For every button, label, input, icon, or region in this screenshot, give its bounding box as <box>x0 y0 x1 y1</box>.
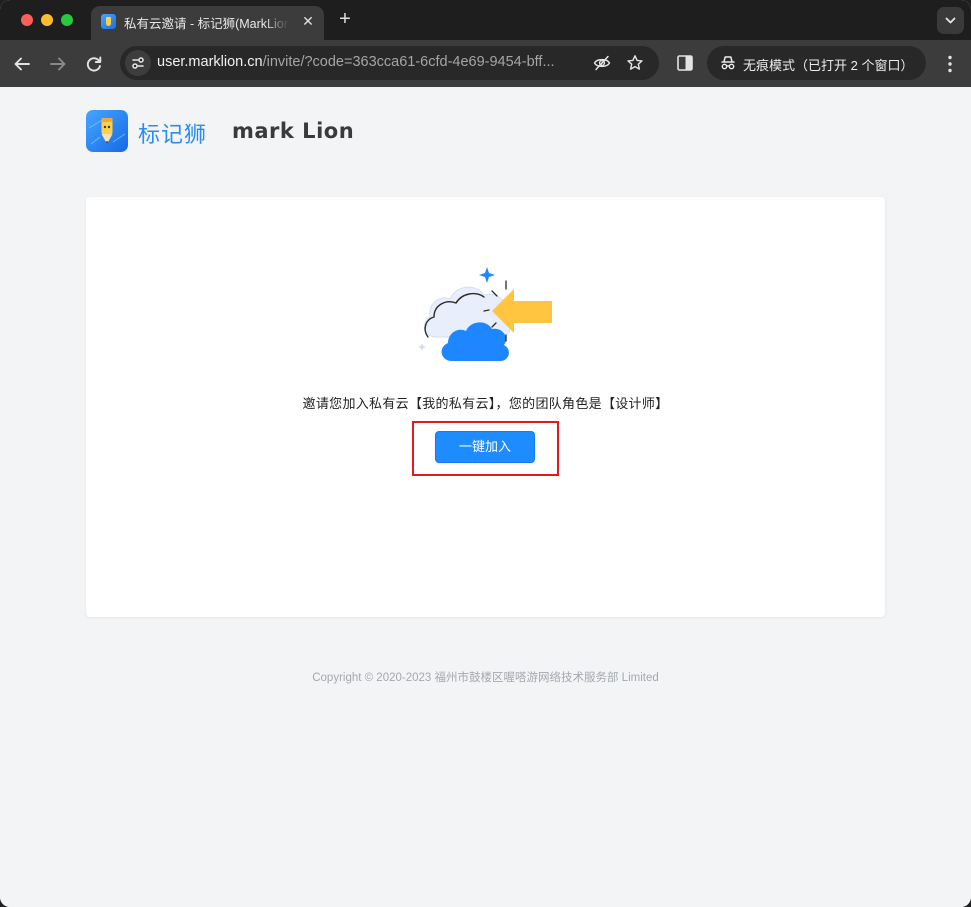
cloud-join-illustration-icon <box>418 267 552 361</box>
browser-toolbar: user.marklion.cn/invite/?code=363cca61-6… <box>0 40 971 87</box>
site-info-button[interactable] <box>125 50 151 76</box>
minimize-window-button[interactable] <box>41 14 53 26</box>
browser-window: 私有云邀请 - 标记狮(MarkLion) ✕ + user.marklion.… <box>0 0 971 907</box>
more-menu-icon[interactable] <box>940 53 960 75</box>
brand-name-en: mark Lion <box>232 119 355 143</box>
page-content: 标记狮 mark Lion 邀请您加入私有云【我的私有云】，您的团队角色是【设计… <box>0 87 971 907</box>
url-host: user.marklion.cn <box>157 54 263 70</box>
url-path: /invite/?code=363cca61-6cfd-4e69-9454-bf… <box>262 54 555 70</box>
incognito-label: 无痕模式（已打开 2 个窗口） <box>743 58 914 73</box>
tab-active[interactable]: 私有云邀请 - 标记狮(MarkLion) ✕ <box>91 6 324 40</box>
forward-icon[interactable] <box>46 52 70 76</box>
close-window-button[interactable] <box>21 14 33 26</box>
chevron-down-icon <box>945 17 956 24</box>
tab-strip: 私有云邀请 - 标记狮(MarkLion) ✕ + <box>0 0 971 40</box>
tab-title: 私有云邀请 - 标记狮(MarkLion) <box>124 17 289 31</box>
star-icon[interactable] <box>626 54 644 72</box>
incognito-icon <box>721 56 735 70</box>
incognito-indicator[interactable]: 无痕模式（已打开 2 个窗口） <box>707 46 926 80</box>
side-panel-icon[interactable] <box>676 54 694 72</box>
tune-icon <box>132 57 144 69</box>
favicon-icon <box>101 14 116 29</box>
marklion-logo-icon[interactable] <box>86 110 128 152</box>
url-text[interactable]: user.marklion.cn/invite/?code=363cca61-6… <box>157 54 587 74</box>
back-icon[interactable] <box>10 52 34 76</box>
brand-name-cn: 标记狮 <box>138 122 208 147</box>
invite-card: 邀请您加入私有云【我的私有云】，您的团队角色是【设计师】 一键加入 <box>86 197 885 617</box>
tab-close-icon[interactable]: ✕ <box>299 12 317 30</box>
zoom-window-button[interactable] <box>61 14 73 26</box>
footer-copyright: Copyright © 2020-2023 福州市鼓楼区喔嗒游网络技术服务部 L… <box>312 672 659 684</box>
new-tab-button[interactable]: + <box>335 9 355 29</box>
invite-message: 邀请您加入私有云【我的私有云】，您的团队角色是【设计师】 <box>302 396 669 411</box>
eye-off-icon[interactable] <box>593 54 611 72</box>
reload-icon[interactable] <box>82 52 106 76</box>
join-now-button[interactable]: 一键加入 <box>435 431 535 463</box>
tab-search-button[interactable] <box>937 7 964 34</box>
address-bar[interactable]: user.marklion.cn/invite/?code=363cca61-6… <box>120 46 659 80</box>
